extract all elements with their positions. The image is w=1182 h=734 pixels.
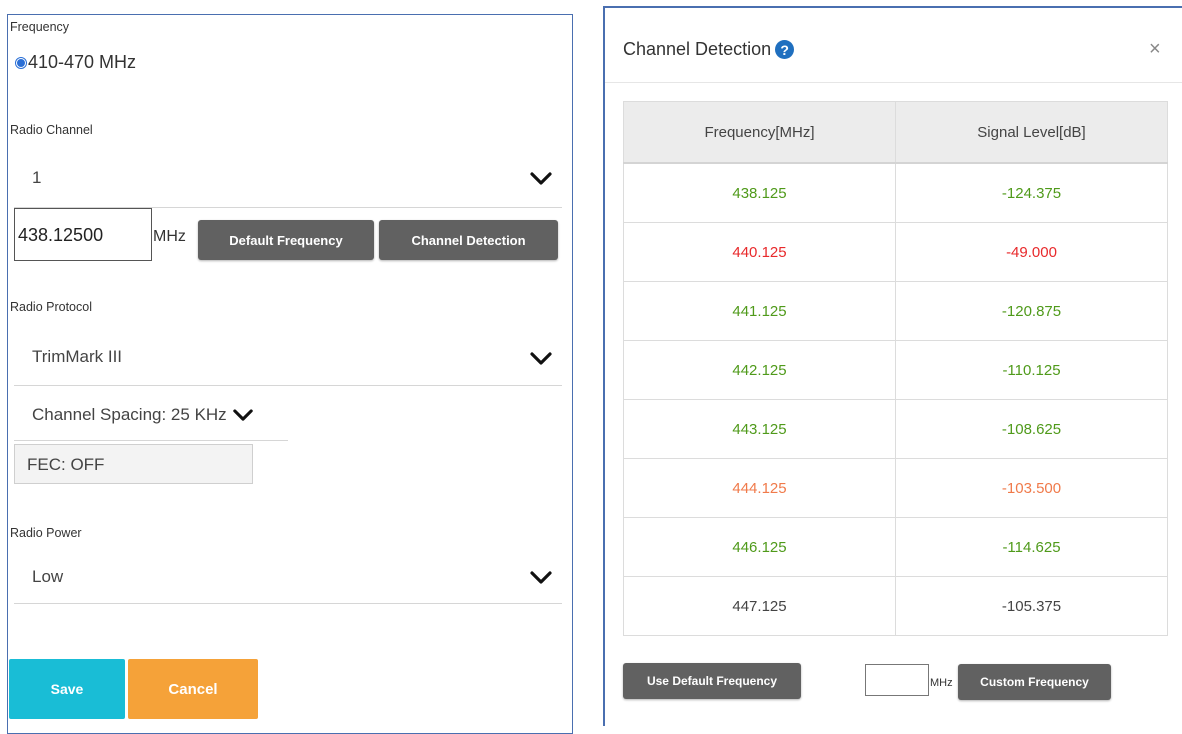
channel-detection-table: Frequency[MHz] Signal Level[dB] 438.125-… (623, 101, 1168, 636)
custom-frequency-button[interactable]: Custom Frequency (958, 664, 1111, 700)
signal-level-cell: -103.500 (895, 458, 1168, 518)
table-row[interactable]: 441.125 -120.875 (623, 281, 1168, 341)
divider (14, 440, 288, 441)
radio-protocol-select[interactable]: TrimMark III (14, 325, 562, 386)
channel-spacing-select[interactable]: Channel Spacing: 25 KHz (32, 405, 253, 425)
frequency-input[interactable]: 438.12500 (14, 208, 152, 261)
frequency-cell: 441.125 (623, 281, 896, 341)
table-row[interactable]: 444.125 -103.500 (623, 458, 1168, 518)
channel-spacing-value: Channel Spacing: 25 KHz (32, 405, 227, 424)
signal-level-cell: -114.625 (895, 517, 1168, 577)
frequency-cell: 438.125 (623, 163, 896, 223)
signal-level-cell: -120.875 (895, 281, 1168, 341)
table-header-row: Frequency[MHz] Signal Level[dB] (623, 101, 1168, 164)
help-icon[interactable]: ? (775, 40, 795, 59)
signal-level-cell: -49.000 (895, 222, 1168, 282)
frequency-cell: 443.125 (623, 399, 896, 459)
column-header-frequency: Frequency[MHz] (623, 101, 896, 164)
dialog-title-text: Channel Detection (623, 39, 772, 59)
frequency-radio-option[interactable]: 410-470 MHz (15, 52, 136, 73)
custom-frequency-unit: MHz (930, 677, 953, 689)
radio-channel-label: Radio Channel (10, 123, 93, 137)
cancel-button[interactable]: Cancel (128, 659, 258, 719)
dialog-title: Channel Detection ? (623, 39, 795, 60)
table-row[interactable]: 447.125 -105.375 (623, 576, 1168, 636)
radio-channel-select[interactable]: 1 (14, 148, 562, 208)
table-row[interactable]: 440.125 -49.000 (623, 222, 1168, 282)
signal-level-cell: -124.375 (895, 163, 1168, 223)
radio-power-select[interactable]: Low (14, 545, 562, 604)
close-icon[interactable]: × (1149, 38, 1161, 61)
radio-power-label: Radio Power (10, 526, 82, 540)
dialog-header: Channel Detection ? × (605, 8, 1182, 83)
radio-channel-value: 1 (32, 168, 42, 187)
radio-power-value: Low (32, 567, 64, 586)
table-row[interactable]: 443.125 -108.625 (623, 399, 1168, 459)
frequency-cell: 447.125 (623, 576, 896, 636)
radio-selected-icon[interactable] (15, 56, 27, 69)
table-row[interactable]: 438.125 -124.375 (623, 163, 1168, 223)
channel-detection-dialog: Channel Detection ? × Frequency[MHz] Sig… (603, 6, 1182, 726)
frequency-option-label: 410-470 MHz (28, 52, 137, 72)
channel-detection-button[interactable]: Channel Detection (379, 220, 558, 260)
table-row[interactable]: 442.125 -110.125 (623, 340, 1168, 400)
frequency-cell: 444.125 (623, 458, 896, 518)
frequency-label: Frequency (10, 20, 70, 34)
frequency-cell: 440.125 (623, 222, 896, 282)
radio-protocol-value: TrimMark III (32, 347, 123, 366)
frequency-unit: MHz (153, 228, 186, 245)
signal-level-cell: -110.125 (895, 340, 1168, 400)
chevron-down-icon (530, 571, 552, 584)
fec-field[interactable]: FEC: OFF (14, 444, 253, 484)
custom-frequency-input[interactable] (865, 664, 929, 696)
chevron-down-icon (530, 172, 552, 185)
default-frequency-button[interactable]: Default Frequency (198, 220, 374, 260)
save-button[interactable]: Save (9, 659, 125, 719)
chevron-down-icon (232, 408, 253, 421)
chevron-down-icon (530, 352, 552, 365)
signal-level-cell: -105.375 (895, 576, 1168, 636)
signal-level-cell: -108.625 (895, 399, 1168, 459)
use-default-frequency-button[interactable]: Use Default Frequency (623, 663, 801, 699)
frequency-cell: 446.125 (623, 517, 896, 577)
frequency-cell: 442.125 (623, 340, 896, 400)
table-row[interactable]: 446.125 -114.625 (623, 517, 1168, 577)
column-header-signal-level: Signal Level[dB] (895, 101, 1168, 164)
radio-protocol-label: Radio Protocol (10, 300, 92, 314)
radio-settings-panel: Frequency 410-470 MHz Radio Channel 1 43… (7, 14, 573, 734)
